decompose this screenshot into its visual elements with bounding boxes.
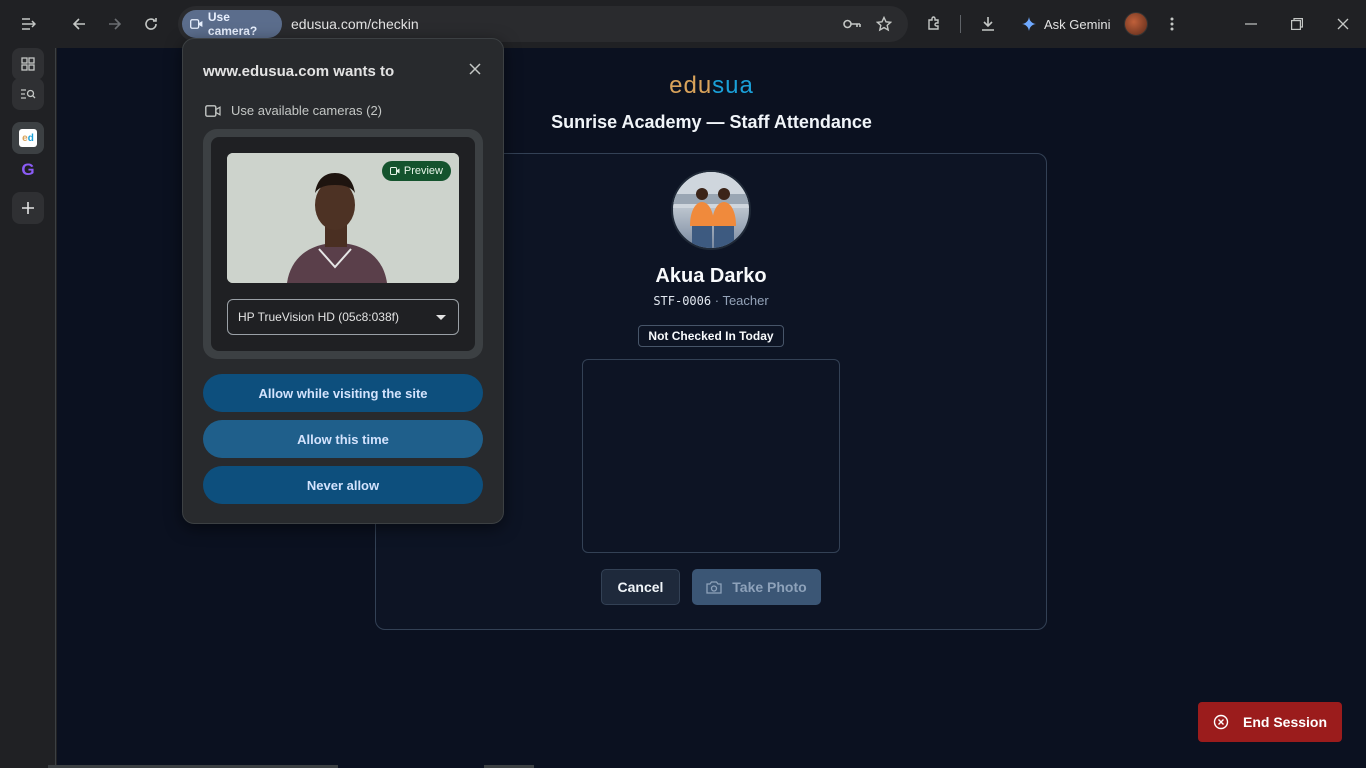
staff-photo	[671, 170, 751, 250]
cancel-button[interactable]: Cancel	[601, 569, 680, 605]
ask-gemini-button[interactable]: Ask Gemini	[1016, 8, 1116, 40]
popup-title: www.edusua.com wants to	[203, 63, 395, 80]
meta-separator: ·	[711, 293, 723, 308]
gemini-sparkle-icon	[1022, 17, 1036, 31]
side-panel-toggle-icon[interactable]	[12, 8, 44, 40]
video-camera-icon	[205, 104, 221, 117]
restore-icon[interactable]	[1281, 8, 1313, 40]
address-bar[interactable]: Use camera? edusua.com/checkin	[178, 6, 908, 42]
never-allow-button[interactable]: Never allow	[203, 466, 483, 504]
more-menu-icon[interactable]	[1156, 8, 1188, 40]
close-circle-icon	[1213, 714, 1229, 730]
edusua-tab-icon[interactable]: ed	[12, 122, 44, 154]
tab-groups-icon[interactable]	[12, 48, 44, 80]
allow-while-visiting-button[interactable]: Allow while visiting the site	[203, 374, 483, 412]
end-session-label: End Session	[1242, 714, 1328, 730]
camera-permission-text: Use available cameras (2)	[231, 103, 383, 118]
minimize-icon[interactable]	[1235, 8, 1267, 40]
camera-preview-video: Preview	[227, 153, 459, 283]
video-camera-icon	[389, 167, 400, 175]
status-badge: Not Checked In Today	[638, 325, 784, 347]
staff-role: Teacher	[722, 293, 769, 308]
camera-preview-panel: Preview HP TrueVision HD (05c8:038f)	[203, 129, 483, 359]
video-camera-icon	[190, 19, 203, 29]
tab-search-icon[interactable]	[12, 78, 44, 110]
camera-select-dropdown[interactable]: HP TrueVision HD (05c8:038f)	[227, 299, 459, 335]
browser-side-rail: ed G	[0, 48, 56, 768]
back-icon[interactable]	[63, 8, 95, 40]
preview-badge-label: Preview	[403, 165, 443, 177]
forward-icon[interactable]	[99, 8, 131, 40]
chevron-down-icon	[436, 315, 446, 320]
reload-icon[interactable]	[135, 8, 167, 40]
grammar-extension-icon[interactable]: G	[12, 154, 44, 186]
take-photo-button[interactable]: Take Photo	[692, 569, 821, 605]
toolbar-divider	[960, 15, 961, 33]
logo-part-sua: sua	[712, 72, 754, 99]
extensions-icon[interactable]	[918, 8, 950, 40]
new-tab-plus-icon[interactable]	[12, 192, 44, 224]
bookmark-star-icon[interactable]	[868, 8, 900, 40]
camera-permission-popup: www.edusua.com wants to Use available ca…	[182, 38, 504, 524]
camera-viewfinder	[582, 359, 840, 553]
password-key-icon[interactable]	[836, 8, 868, 40]
take-photo-label: Take Photo	[732, 579, 807, 595]
ask-gemini-label: Ask Gemini	[1044, 16, 1111, 32]
staff-id: STF-0006	[653, 294, 712, 308]
camera-select-value: HP TrueVision HD (05c8:038f)	[238, 310, 399, 324]
close-icon[interactable]	[463, 57, 487, 81]
close-window-icon[interactable]	[1327, 8, 1359, 40]
allow-this-time-button[interactable]: Allow this time	[203, 420, 483, 458]
camera-permission-line: Use available cameras (2)	[205, 103, 382, 118]
preview-badge: Preview	[381, 161, 451, 181]
end-session-button[interactable]: End Session	[1198, 702, 1342, 742]
url-text[interactable]: edusua.com/checkin	[291, 16, 419, 32]
camera-chip-label: Use camera?	[207, 10, 258, 38]
downloads-icon[interactable]	[972, 8, 1004, 40]
camera-permission-chip[interactable]: Use camera?	[182, 10, 282, 38]
camera-icon	[706, 580, 722, 594]
profile-avatar[interactable]	[1124, 12, 1148, 36]
logo-part-edu: edu	[669, 72, 713, 99]
